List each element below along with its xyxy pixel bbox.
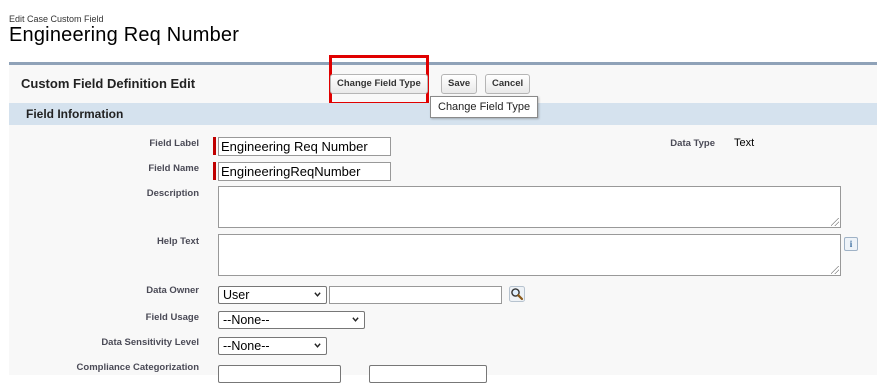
help-text-label: Help Text xyxy=(156,236,199,247)
chevron-down-icon xyxy=(314,343,321,348)
section-title: Field Information xyxy=(26,107,124,121)
field-usage-label: Field Usage xyxy=(145,312,199,323)
data-sensitivity-select[interactable]: --None-- xyxy=(218,337,327,355)
data-type-value: Text xyxy=(734,137,755,149)
chevron-down-icon xyxy=(314,292,321,297)
panel-title: Custom Field Definition Edit xyxy=(21,76,196,91)
tooltip: Change Field Type xyxy=(430,96,539,118)
field-usage-value: --None-- xyxy=(223,313,270,327)
field-label-label: Field Label xyxy=(149,138,199,149)
description-textarea[interactable] xyxy=(218,186,841,228)
data-type-label: Data Type xyxy=(670,138,715,149)
data-owner-lookup-input[interactable] xyxy=(329,286,502,304)
data-sensitivity-label: Data Sensitivity Level xyxy=(101,337,199,348)
data-owner-type-value: User xyxy=(223,288,250,302)
data-owner-label: Data Owner xyxy=(146,285,199,296)
page-title: Engineering Req Number xyxy=(9,24,240,46)
change-field-type-button[interactable]: Change Field Type xyxy=(330,74,428,94)
description-label: Description xyxy=(146,188,199,199)
save-button[interactable]: Save xyxy=(441,74,478,94)
cancel-button[interactable]: Cancel xyxy=(485,74,531,94)
field-label-input[interactable] xyxy=(218,137,391,156)
field-name-label: Field Name xyxy=(148,163,199,174)
data-owner-type-select[interactable]: User xyxy=(218,286,327,304)
required-indicator xyxy=(213,137,216,155)
compliance-label: Compliance Categorization xyxy=(76,362,199,373)
help-text-textarea[interactable] xyxy=(218,234,841,276)
resize-handle-icon[interactable] xyxy=(831,266,839,274)
required-indicator xyxy=(213,162,216,180)
resize-handle-icon[interactable] xyxy=(831,218,839,226)
lookup-magnifier-icon[interactable] xyxy=(509,286,525,302)
breadcrumb: Edit Case Custom Field xyxy=(9,14,104,24)
field-usage-select[interactable]: --None-- xyxy=(218,311,365,329)
field-name-input[interactable] xyxy=(218,162,391,181)
compliance-chosen-list[interactable] xyxy=(369,365,487,383)
field-edit-panel: Custom Field Definition Edit Change Fiel… xyxy=(9,55,877,383)
chevron-down-icon xyxy=(352,317,359,322)
data-sensitivity-value: --None-- xyxy=(223,339,270,353)
compliance-available-list[interactable] xyxy=(218,365,341,383)
info-icon[interactable]: i xyxy=(844,237,858,251)
